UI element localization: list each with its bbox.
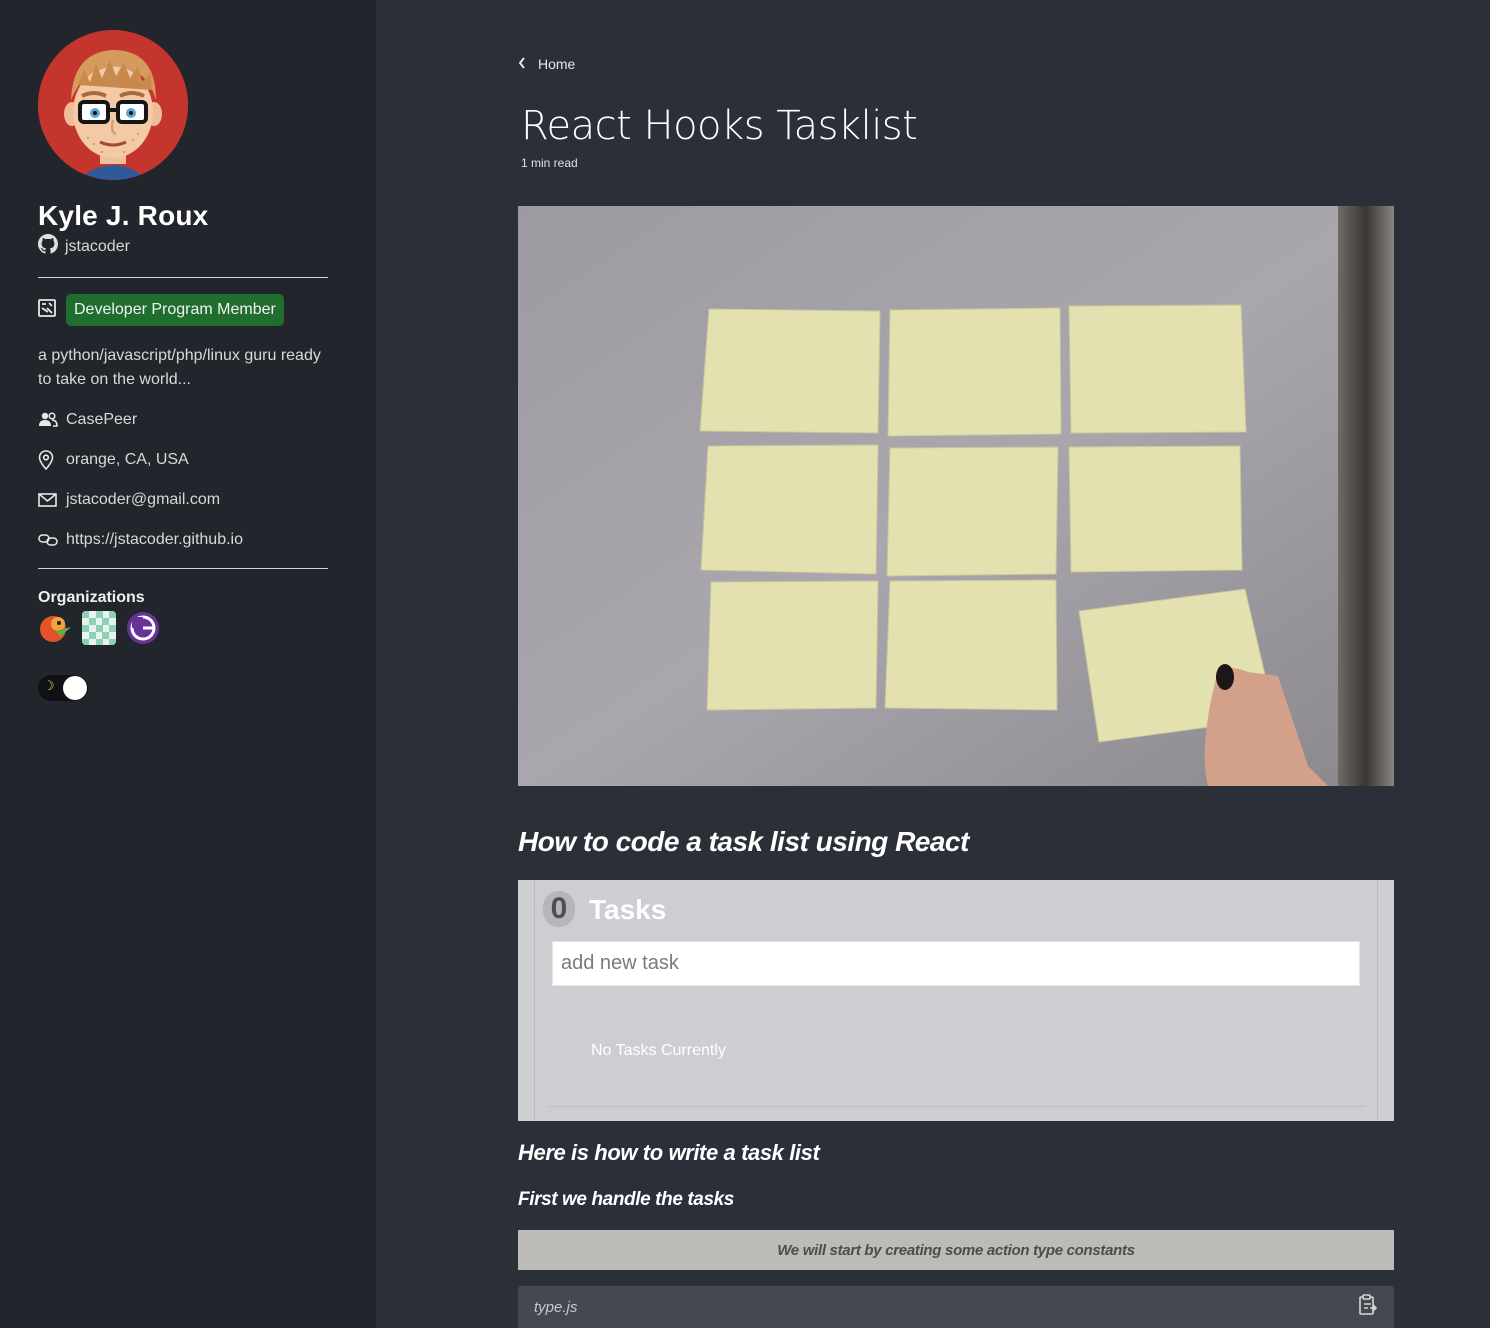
tasklist-panel: 0 Tasks No Tasks Currently [534, 880, 1378, 1121]
badge-row: Developer Program Member [38, 294, 376, 326]
clipboard-icon[interactable] [1358, 1293, 1378, 1321]
profile-bio: a python/javascript/php/linux guru ready… [38, 347, 321, 388]
developer-program-badge[interactable]: Developer Program Member [66, 294, 284, 326]
code-filename: type.js [534, 1298, 578, 1316]
avatar [38, 30, 188, 180]
moon-icon: ☽ [43, 678, 55, 693]
organizations-title: Organizations [38, 589, 145, 606]
home-link-label: Home [538, 56, 576, 72]
location-pin-icon [38, 450, 58, 470]
theme-toggle[interactable]: ☽ [38, 675, 88, 701]
github-handle[interactable]: jstacoder [38, 234, 376, 259]
callout-note: We will start by creating some action ty… [518, 1230, 1394, 1270]
github-icon [38, 234, 65, 259]
post-title: React Hooks Tasklist [521, 103, 918, 149]
mail-icon [38, 493, 58, 507]
task-count-badge: 0 [543, 891, 575, 927]
org-avatar-bird[interactable] [38, 611, 72, 645]
email-link[interactable]: jstacoder@gmail.com [66, 491, 220, 509]
location-text: orange, CA, USA [66, 451, 189, 468]
add-task-input[interactable] [552, 941, 1360, 986]
location-row: orange, CA, USA [38, 448, 376, 472]
hero-image [518, 206, 1394, 786]
sidebar-divider [38, 277, 328, 278]
chevron-left-icon [518, 56, 526, 72]
company-row: CasePeer [38, 408, 376, 432]
github-handle-text: jstacoder [65, 237, 130, 255]
email-row[interactable]: jstacoder@gmail.com [38, 488, 376, 512]
section-heading: Here is how to write a task list [518, 1140, 820, 1165]
org-avatar-gatsby[interactable] [126, 611, 160, 645]
website-link[interactable]: https://jstacoder.github.io [66, 531, 243, 549]
post-subtitle: How to code a task list using React [518, 826, 969, 857]
sidebar-divider [38, 568, 328, 569]
dev-program-icon [38, 298, 58, 322]
people-icon [38, 412, 58, 428]
section-subheading: First we handle the tasks [518, 1189, 734, 1210]
org-avatar-pattern[interactable] [82, 611, 116, 645]
tasklist-divider [549, 1106, 1365, 1107]
tasks-heading: Tasks [589, 894, 667, 925]
website-row[interactable]: https://jstacoder.github.io [38, 528, 376, 552]
profile-name: Kyle J. Roux [38, 200, 209, 231]
toggle-knob [63, 676, 87, 700]
code-block-header: type.js [518, 1286, 1394, 1328]
link-icon [38, 533, 58, 547]
home-link[interactable]: Home [518, 56, 575, 72]
empty-task-message: No Tasks Currently [591, 1042, 726, 1059]
company-text: CasePeer [66, 411, 138, 428]
tasklist-demo: 0 Tasks No Tasks Currently [518, 880, 1394, 1121]
organizations-list [38, 611, 376, 645]
read-time: 1 min read [521, 156, 578, 170]
profile-sidebar: Kyle J. Roux jstacoder Developer Program… [0, 0, 376, 1328]
